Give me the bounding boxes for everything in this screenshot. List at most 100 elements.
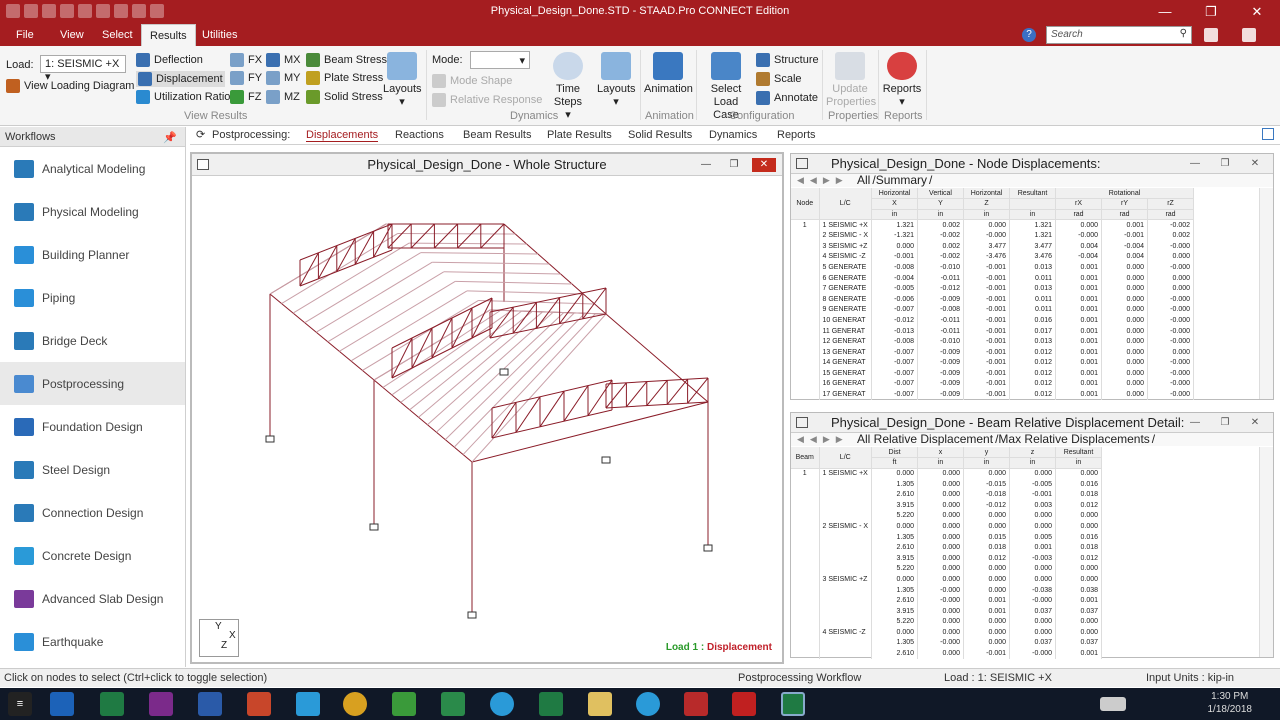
frame-member[interactable] — [362, 300, 479, 371]
start-icon[interactable]: ≡ — [8, 692, 32, 716]
view-close-button[interactable]: ✕ — [752, 158, 776, 172]
keyboard-icon[interactable] — [1100, 697, 1126, 711]
frame-member[interactable] — [605, 382, 627, 409]
beam-stress-button[interactable]: Beam Stress — [306, 53, 387, 67]
user-group-icon[interactable] — [1204, 28, 1218, 42]
frame-member[interactable] — [466, 290, 584, 295]
table-row[interactable]: 6 GENERATE -0.004 -0.011 -0.001 0.011 0.001 0.… — [791, 272, 1195, 284]
pin-icon[interactable]: 📌 — [163, 131, 177, 144]
frame-member[interactable] — [354, 230, 375, 265]
spreadsheet-icon[interactable] — [539, 692, 563, 716]
menu-file[interactable]: File — [8, 24, 42, 46]
node-minimize-button[interactable]: — — [1183, 157, 1207, 171]
frame-member[interactable] — [605, 401, 709, 409]
frame-member[interactable] — [457, 223, 482, 249]
frame-member[interactable] — [409, 242, 527, 245]
frame-member[interactable] — [391, 337, 413, 379]
frame-member[interactable] — [491, 379, 613, 409]
frame-member[interactable] — [373, 379, 473, 463]
app-icon[interactable] — [392, 692, 416, 716]
internet-explorer-icon[interactable] — [296, 692, 320, 716]
structure-canvas[interactable] — [192, 178, 782, 664]
chrome-icon[interactable] — [343, 692, 367, 716]
refresh-icon[interactable]: ⟳ — [196, 128, 205, 141]
table-row[interactable]: 11 GENERAT -0.013 -0.011 -0.001 0.017 0.001 0.… — [791, 325, 1195, 337]
beam-close-button[interactable]: ✕ — [1243, 416, 1267, 430]
scale-button[interactable]: Scale — [756, 72, 802, 86]
frame-member[interactable] — [471, 401, 709, 463]
frame-member[interactable] — [382, 309, 501, 388]
frame-member[interactable] — [292, 242, 410, 314]
support-icon[interactable] — [499, 368, 509, 376]
minimize-button[interactable]: — — [1142, 0, 1188, 24]
frame-member[interactable] — [605, 377, 709, 385]
frame-member[interactable] — [515, 396, 541, 433]
search-icon[interactable]: ⚲ — [1180, 28, 1187, 39]
frame-member[interactable] — [304, 252, 421, 324]
sheet-nav-arrows[interactable]: ◀◀▶▶ — [797, 433, 849, 446]
frame-member[interactable] — [443, 271, 561, 275]
table-row[interactable]: 5.220 0.000 0.000 0.000 0.000 — [791, 510, 1103, 522]
view-loading-diagram-button[interactable]: View Loading Diagram — [6, 79, 134, 93]
table-row[interactable]: 5.220 0.000 0.000 0.000 0.000 — [791, 563, 1103, 575]
workflow-item[interactable]: Earthquake — [0, 620, 185, 663]
acrobat-icon[interactable] — [732, 692, 756, 716]
layouts-button[interactable]: Layouts ▾ — [383, 52, 422, 109]
table-row[interactable]: 15 GENERAT -0.007 -0.009 -0.001 0.012 0.001 0.… — [791, 368, 1195, 379]
table-row[interactable]: 9 GENERATE -0.007 -0.008 -0.001 0.011 0.001 0.… — [791, 304, 1195, 316]
table-row[interactable]: 12 GENERAT -0.008 -0.010 -0.001 0.013 0.001 0.… — [791, 336, 1195, 347]
load-select[interactable]: 1: SEISMIC +X ▾ — [40, 55, 126, 83]
table-row[interactable]: 3.915 0.000 0.001 0.037 0.037 — [791, 605, 1103, 617]
beam-minimize-button[interactable]: — — [1183, 416, 1207, 430]
tab-max-relative[interactable]: Max Relative Displacements — [998, 432, 1149, 446]
beam-scrollbar[interactable] — [1259, 447, 1273, 657]
fx-button[interactable]: FX — [230, 53, 262, 67]
reports-button[interactable]: Reports ▾ — [880, 52, 924, 109]
workflow-item[interactable]: Foundation Design — [0, 405, 185, 448]
frame-member[interactable] — [432, 261, 550, 265]
tab-plate-results[interactable]: Plate Results — [547, 129, 612, 141]
plate-stress-button[interactable]: Plate Stress — [306, 71, 383, 85]
table-row[interactable]: 17 GENERAT -0.007 -0.009 -0.001 0.012 0.001 0.… — [791, 389, 1195, 400]
frame-member[interactable] — [418, 311, 544, 418]
table-row[interactable]: 2.610 -0.000 0.001 -0.000 0.001 — [791, 595, 1103, 606]
help-icon[interactable]: ? — [1022, 28, 1036, 42]
table-row[interactable]: 13 GENERAT -0.007 -0.009 -0.001 0.012 0.001 0.… — [791, 346, 1195, 358]
node-scrollbar[interactable] — [1259, 188, 1273, 399]
table-row[interactable]: 2 SEISMIC - X 0.000 0.000 0.000 0.000 0.000 — [791, 521, 1103, 532]
powerpoint-icon[interactable] — [247, 692, 271, 716]
frame-member[interactable] — [451, 307, 473, 349]
beam-maximize-button[interactable]: ❐ — [1213, 416, 1237, 430]
frame-member[interactable] — [391, 327, 493, 379]
frame-member[interactable] — [503, 223, 607, 315]
workflow-item[interactable]: Advanced Slab Design — [0, 577, 185, 620]
workflow-item[interactable]: Building Planner — [0, 233, 185, 276]
fz-button[interactable]: FZ — [230, 90, 261, 104]
frame-member[interactable] — [350, 290, 468, 362]
skype-business-icon[interactable] — [636, 692, 660, 716]
table-row[interactable]: 1.305 -0.000 0.000 0.037 0.037 — [791, 637, 1103, 649]
frame-member[interactable] — [434, 223, 458, 249]
table-row[interactable]: 14 GENERAT -0.007 -0.009 -0.001 0.012 0.001 0.… — [791, 357, 1195, 369]
skype-icon[interactable] — [490, 692, 514, 716]
frame-member[interactable] — [339, 280, 456, 352]
table-row[interactable]: 3.915 0.000 -0.012 0.003 0.012 — [791, 499, 1103, 511]
workflow-item[interactable]: Concrete Design — [0, 534, 185, 577]
tab-displacements[interactable]: Displacements — [306, 129, 379, 142]
update-properties-button[interactable]: Update Properties — [826, 52, 876, 109]
fy-button[interactable]: FY — [230, 71, 262, 85]
tab-reactions[interactable]: Reactions — [395, 129, 444, 141]
support-icon[interactable] — [369, 523, 379, 531]
workflow-item[interactable]: Postprocessing — [0, 362, 185, 405]
frame-member[interactable] — [489, 313, 607, 339]
workflow-item[interactable]: Piping — [0, 276, 185, 319]
table-row[interactable]: 3 SEISMIC +Z 0.000 0.000 0.000 0.000 0.000 — [791, 574, 1103, 585]
menu-utilities[interactable]: Utilities — [194, 24, 245, 46]
search-input[interactable]: Search ⚲ — [1046, 26, 1192, 44]
node-maximize-button[interactable]: ❐ — [1213, 157, 1237, 171]
excel-icon[interactable] — [100, 692, 124, 716]
frame-member[interactable] — [410, 223, 435, 249]
animation-button[interactable]: Animation — [644, 52, 693, 96]
support-icon[interactable] — [467, 611, 477, 619]
table-row[interactable]: 10 GENERAT -0.012 -0.011 -0.001 0.016 0.001 0.… — [791, 315, 1195, 326]
